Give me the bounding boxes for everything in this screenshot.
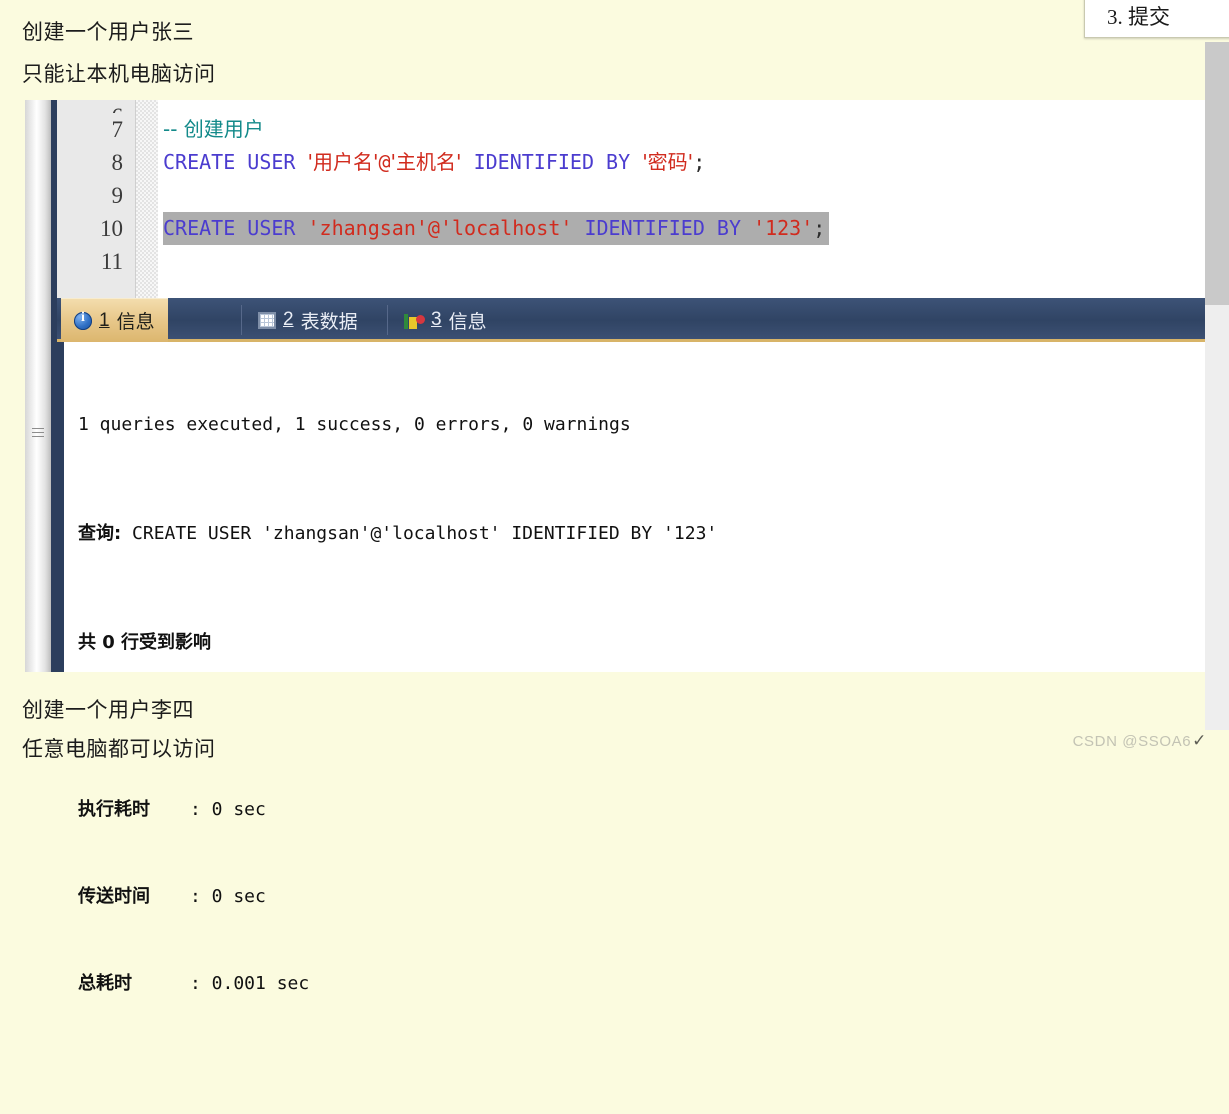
timing-label: 执行耗时 [78,799,150,820]
code-line[interactable]: 7 -- 创建用户 [57,113,1206,146]
annotation-bottom-line-2: 任意电脑都可以访问 [22,738,216,761]
timing-row: 总耗时 : 0.001 sec [78,969,717,998]
sql-string-host: '主机名' [390,150,462,174]
tab-number: 1 [99,309,110,331]
query-text: CREATE USER 'zhangsan'@'localhost' IDENT… [132,523,718,544]
sql-at-symbol: @ [378,150,391,174]
query-label: 查询: [78,523,122,544]
bar-chart-icon [404,311,425,329]
sql-string-user: 'zhangsan' [307,216,428,240]
sql-string-password: '123' [753,216,814,240]
watermark-text: CSDN @SSOA6 [1072,733,1192,750]
code-line[interactable]: 6 [57,100,1206,113]
popup-fragment: 3. 提交 [1084,0,1229,38]
code-text[interactable]: CREATE USER '用户名'@'主机名' IDENTIFIED BY '密… [163,146,705,179]
timing-group: 执行耗时 : 0 sec 传送时间 : 0 sec 总耗时 : 0.001 sec [78,737,717,1056]
check-icon: ✓ [1192,731,1207,750]
rows-affected: 共 0 行受到影响 [78,632,212,653]
annotation-bottom-line-1: 创建一个用户李四 [22,699,194,722]
table-grid-icon [258,311,276,329]
tab-info-3[interactable]: 3 信息 [391,298,500,342]
line-number: 7 [111,117,124,142]
sql-semicolon: ; [813,216,826,240]
pane-splitter[interactable] [25,100,51,672]
sql-keyword: CREATE USER [163,216,296,240]
sql-comment: -- 创建用户 [163,117,264,141]
code-line[interactable]: 9 [57,179,1206,212]
sql-keyword: CREATE USER [163,150,296,174]
sql-string-host: 'localhost' [439,216,573,240]
tab-label: 表数据 [300,311,358,333]
sql-string-user: '用户名' [307,150,379,174]
timing-value: : 0 sec [190,886,266,907]
popup-fragment-text: 3. 提交 [1107,5,1170,29]
results-panel: 1 信息 2 表数据 3 信息 1 queries executed, 1 su… [57,298,1206,994]
info-circle-icon [74,310,92,330]
sql-semicolon: ; [693,150,706,174]
code-line[interactable]: 8 CREATE USER '用户名'@'主机名' IDENTIFIED BY … [57,146,1206,179]
code-text[interactable]: -- 创建用户 [163,113,264,146]
timing-value: : 0.001 sec [190,973,310,994]
sql-at-symbol: @ [427,216,440,240]
watermark: CSDN @SSOA6✓ [1073,731,1207,751]
code-line[interactable]: 11 [57,245,1206,278]
tab-separator [241,305,242,335]
code-line-selected[interactable]: 10 CREATE USER 'zhangsan'@'localhost' ID… [57,212,1206,245]
timing-row: 执行耗时 : 0 sec [78,795,717,824]
timing-value: : 0 sec [190,799,266,820]
results-tabbar: 1 信息 2 表数据 3 信息 [57,298,1206,342]
tab-number: 3 [431,309,442,330]
annotation-top-line-2: 只能让本机电脑访问 [22,63,216,86]
timing-row: 传送时间 : 0 sec [78,882,717,911]
line-number: 10 [100,216,123,241]
executed-query: 查询: CREATE USER 'zhangsan'@'localhost' I… [78,519,717,548]
sql-string-password: '密码' [642,150,694,174]
timing-label: 总耗时 [78,973,132,994]
sql-editor[interactable]: 6 7 -- 创建用户 8 CREATE USER '用户名'@'主机名' ID… [57,100,1206,298]
tab-number: 2 [283,309,294,330]
tab-label: 信息 [448,311,487,333]
results-output-area[interactable]: 1 queries executed, 1 success, 0 errors,… [57,342,1206,994]
sql-keyword: IDENTIFIED BY [584,216,742,240]
execution-summary: 1 queries executed, 1 success, 0 errors,… [78,414,631,435]
splitter-grip-icon[interactable] [32,428,44,439]
timing-label: 传送时间 [78,886,150,907]
annotation-top-line-1: 创建一个用户张三 [22,21,194,44]
sql-keyword: IDENTIFIED BY [473,150,631,174]
line-number: 11 [100,249,123,274]
tab-info-1[interactable]: 1 信息 [61,298,168,342]
line-number: 8 [111,150,124,175]
editor-vertical-scrollbar[interactable] [1205,42,1229,305]
line-number: 9 [111,183,124,208]
tab-table-data[interactable]: 2 表数据 [245,298,371,342]
code-lines[interactable]: 6 7 -- 创建用户 8 CREATE USER '用户名'@'主机名' ID… [57,100,1206,278]
results-vertical-scrollbar[interactable] [1205,305,1229,730]
sql-client-window: 6 7 -- 创建用户 8 CREATE USER '用户名'@'主机名' ID… [25,100,1206,994]
tab-label: 信息 [116,312,155,333]
code-text[interactable]: CREATE USER 'zhangsan'@'localhost' IDENT… [163,212,830,245]
tab-separator [387,305,388,335]
line-number: 6 [57,100,124,113]
